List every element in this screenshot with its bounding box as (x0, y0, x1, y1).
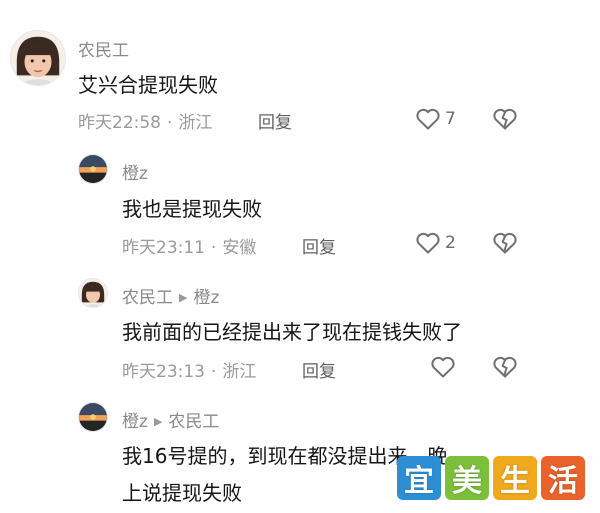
reply-button[interactable]: 回复 (302, 357, 336, 382)
comment-location: 安徽 (222, 238, 257, 258)
reply-author[interactable]: 农民工 (122, 288, 173, 308)
comment-time: 昨天22:58 (78, 113, 161, 133)
reply-button[interactable]: 回复 (258, 108, 292, 133)
heart-outline-icon (416, 232, 440, 254)
avatar[interactable] (78, 278, 108, 308)
comment-location: 浙江 (178, 113, 213, 133)
separator: · (167, 113, 173, 133)
comment-meta: 昨天23:11 · 安徽 (122, 233, 256, 258)
heart-outline-icon (431, 356, 455, 378)
like-count: 2 (445, 233, 456, 253)
separator: · (211, 362, 217, 382)
comment-time: 昨天23:13 (122, 362, 205, 382)
watermark-char: 活 (541, 456, 585, 500)
sunset-avatar-icon (79, 155, 107, 183)
like-count: 7 (445, 109, 456, 129)
person-avatar-icon (79, 279, 107, 307)
separator: · (211, 238, 217, 258)
broken-heart-icon (493, 108, 517, 130)
avatar[interactable] (78, 402, 108, 432)
comment-time: 昨天23:11 (122, 238, 205, 258)
comment-text-line-2: 上说提现失败 (122, 481, 242, 505)
username: 橙z ▶ 农民工 (122, 407, 219, 432)
reply-author[interactable]: 橙z (122, 412, 148, 432)
dislike-button[interactable] (492, 231, 518, 259)
avatar[interactable] (10, 30, 66, 86)
comment-text: 我也是提现失败 (122, 197, 262, 221)
like-button[interactable]: 7 (415, 107, 456, 131)
comment-text: 我前面的已经提出来了现在提钱失败了 (122, 320, 462, 344)
avatar[interactable] (78, 154, 108, 184)
dislike-button[interactable] (492, 107, 518, 135)
username: 农民工 ▶ 橙z (122, 283, 219, 308)
comment-meta: 昨天22:58 · 浙江 (78, 108, 212, 133)
watermark-char: 宜 (397, 456, 441, 500)
sunset-avatar-icon (79, 403, 107, 431)
heart-outline-icon (416, 108, 440, 130)
comment-location: 浙江 (222, 362, 257, 382)
username[interactable]: 橙z (122, 159, 148, 184)
watermark-char: 生 (493, 456, 537, 500)
watermark-char: 美 (445, 456, 489, 500)
reply-arrow-icon: ▶ (153, 415, 163, 428)
username[interactable]: 农民工 (78, 36, 129, 61)
watermark-logo: 宜 美 生 活 (397, 456, 585, 500)
reply-target[interactable]: 橙z (193, 288, 219, 308)
broken-heart-icon (493, 356, 517, 378)
person-avatar-icon (11, 31, 65, 85)
like-button[interactable] (430, 355, 456, 379)
reply-button[interactable]: 回复 (302, 233, 336, 258)
comment-meta: 昨天23:13 · 浙江 (122, 357, 256, 382)
reply-target[interactable]: 农民工 (168, 412, 219, 432)
dislike-button[interactable] (492, 355, 518, 383)
comment-text: 艾兴合提现失败 (78, 73, 218, 97)
like-button[interactable]: 2 (415, 231, 456, 255)
broken-heart-icon (493, 232, 517, 254)
reply-arrow-icon: ▶ (179, 291, 188, 304)
